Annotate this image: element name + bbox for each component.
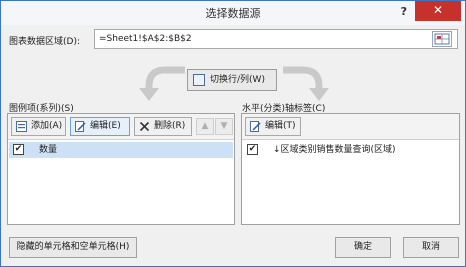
edit-axis-label: 编辑(T) bbox=[265, 121, 296, 131]
axis-label-text: ↓区域类别销售数量查询(区域) bbox=[273, 145, 396, 155]
series-row[interactable]: ✔ 数量 bbox=[9, 142, 233, 158]
edit-series-label: 编辑(E) bbox=[90, 121, 121, 131]
range-select-button[interactable] bbox=[432, 31, 452, 47]
remove-series-label: 删除(R) bbox=[154, 121, 186, 131]
range-picker-icon bbox=[434, 33, 450, 45]
switch-icon bbox=[193, 74, 205, 86]
close-button[interactable]: ✕ bbox=[415, 1, 461, 21]
edit-series-button[interactable]: 编辑(E) bbox=[70, 117, 130, 136]
remove-x-icon bbox=[139, 121, 150, 132]
add-series-label: 添加(A) bbox=[31, 121, 63, 131]
series-checkbox[interactable]: ✔ bbox=[13, 144, 24, 155]
cancel-button[interactable]: 取消 bbox=[403, 237, 459, 258]
help-icon[interactable]: ? bbox=[401, 5, 407, 18]
edit-axis-button[interactable]: 编辑(T) bbox=[245, 117, 301, 136]
move-down-button[interactable]: ▼ bbox=[215, 118, 233, 135]
dialog-title: 选择数据源 bbox=[205, 7, 261, 20]
remove-series-button[interactable]: 删除(R) bbox=[134, 117, 192, 136]
chart-range-input[interactable]: =Sheet1!$A$2:$B$2 bbox=[94, 29, 458, 49]
hidden-empty-cells-button[interactable]: 隐藏的单元格和空单元格(H) bbox=[9, 237, 137, 258]
add-icon bbox=[16, 121, 27, 132]
axis-label-row[interactable]: ✔ ↓区域类别销售数量查询(区域) bbox=[243, 142, 457, 158]
add-series-button[interactable]: 添加(A) bbox=[11, 117, 66, 136]
switch-row-column-label: 切换行/列(W) bbox=[210, 75, 265, 85]
edit-icon bbox=[250, 121, 261, 132]
edit-icon bbox=[75, 121, 86, 132]
axis-toolbar: 编辑(T) bbox=[242, 114, 459, 140]
chart-range-label: 图表数据区域(D): bbox=[9, 37, 80, 47]
series-label: 数量 bbox=[39, 145, 58, 155]
axis-label-checkbox[interactable]: ✔ bbox=[247, 144, 258, 155]
ok-button[interactable]: 确定 bbox=[335, 237, 391, 258]
legend-toolbar: 添加(A) 编辑(E) 删除(R) ▲ ▼ bbox=[8, 114, 234, 140]
axis-labels-panel: 编辑(T) ✔ ↓区域类别销售数量查询(区域) bbox=[241, 113, 460, 225]
switch-row-column-button[interactable]: 切换行/列(W) bbox=[187, 69, 277, 91]
select-data-source-dialog: 选择数据源 ? ✕ 图表数据区域(D): =Sheet1!$A$2:$B$2 切… bbox=[0, 0, 466, 267]
legend-entries-panel: 添加(A) 编辑(E) 删除(R) ▲ ▼ ✔ 数量 bbox=[7, 113, 235, 225]
move-up-button[interactable]: ▲ bbox=[196, 118, 214, 135]
title-bar: 选择数据源 ? ✕ bbox=[1, 1, 465, 25]
